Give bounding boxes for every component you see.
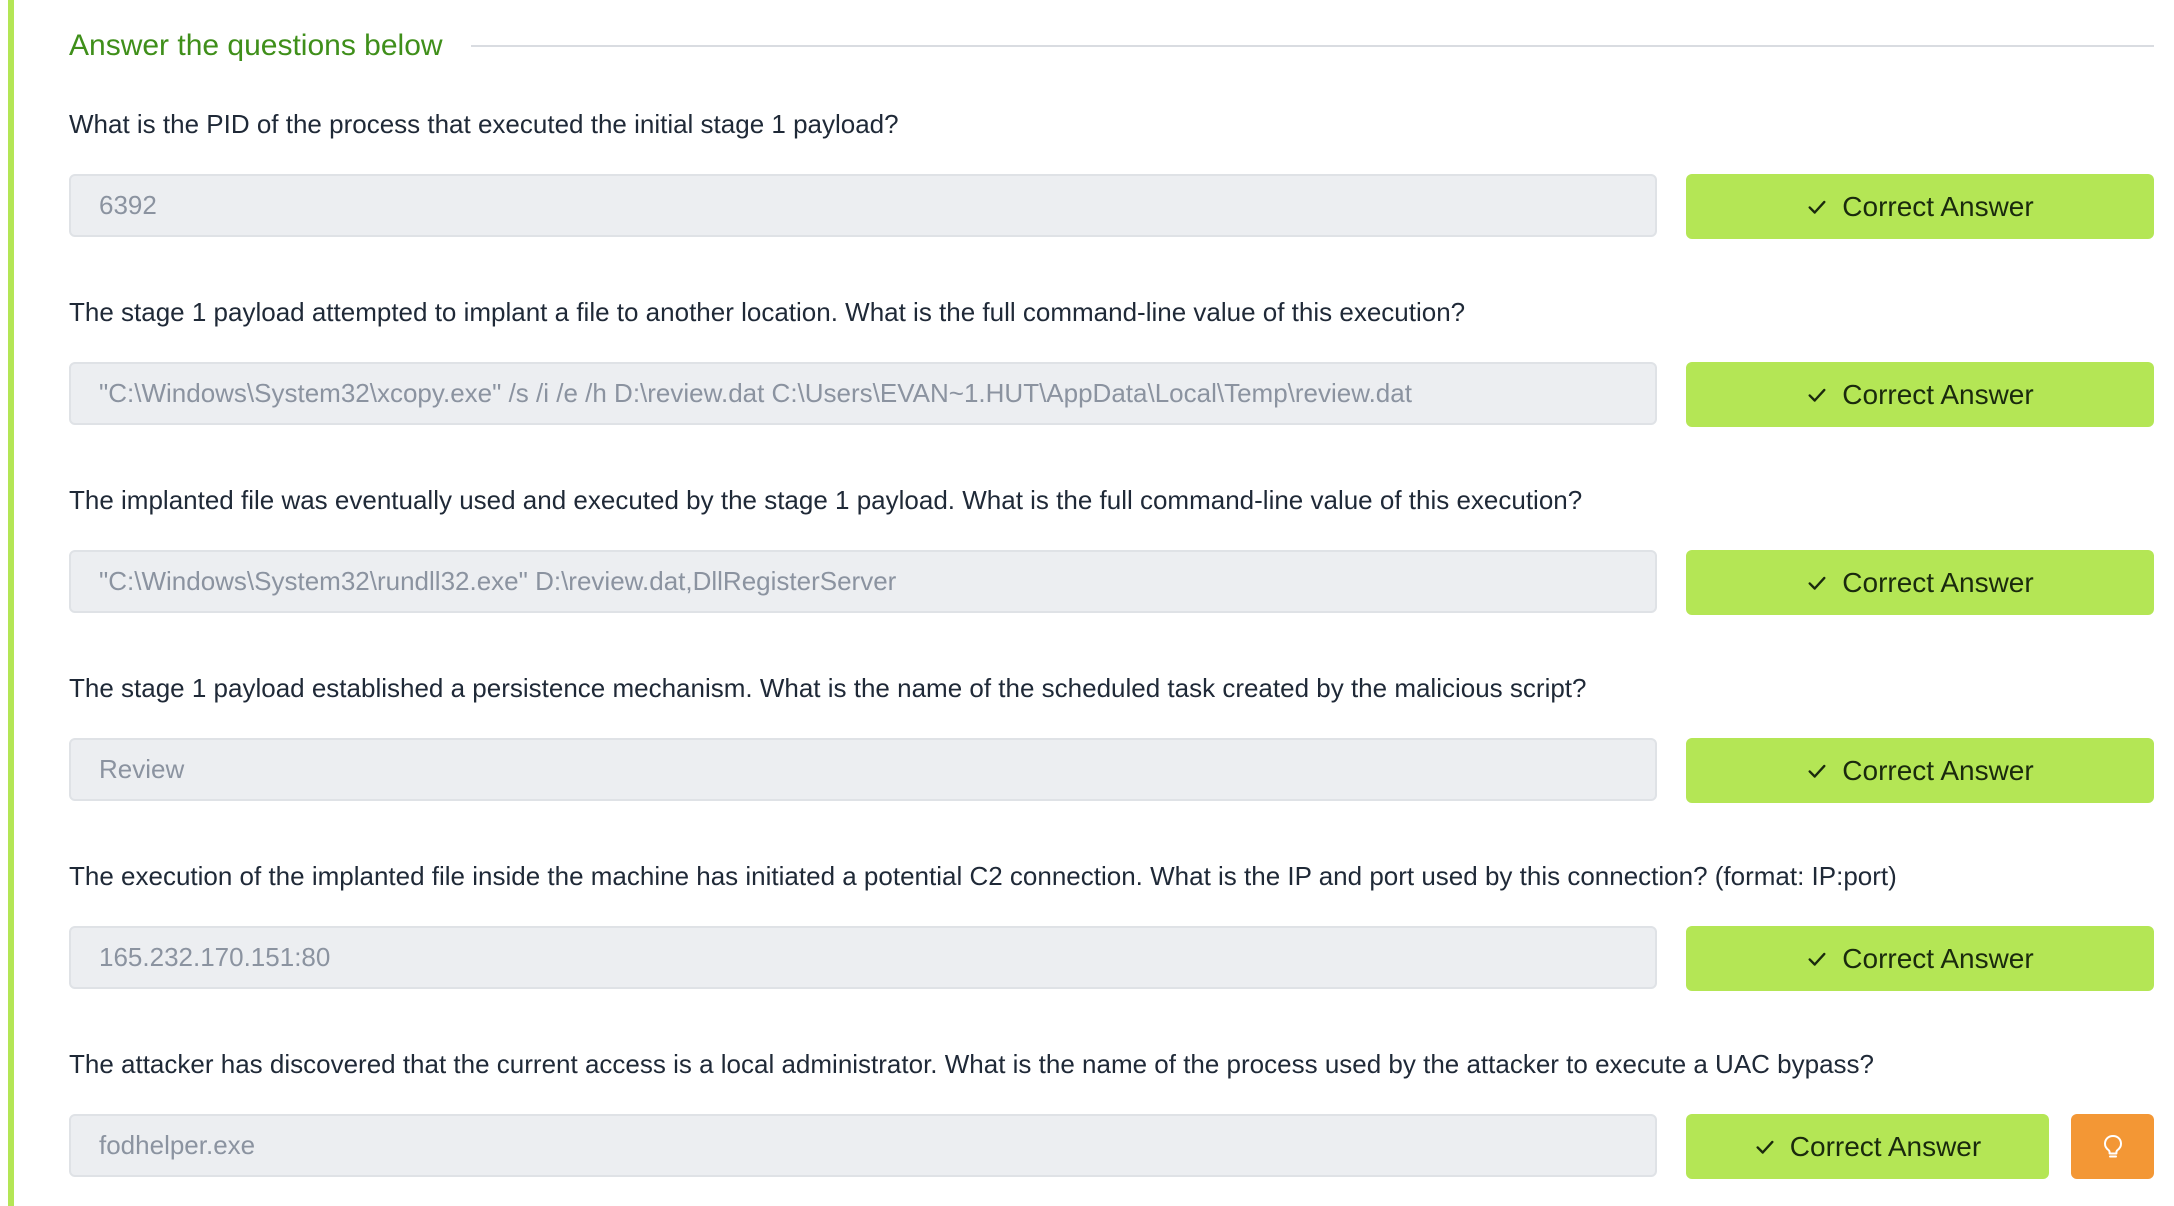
question-text: What is the PID of the process that exec… [69,109,899,139]
hint-button[interactable] [2071,1114,2154,1179]
correct-answer-label: Correct Answer [1789,1130,1982,1162]
header-divider [470,45,2154,47]
answer-field[interactable]: fodhelper.exe [69,1114,1657,1177]
question-block-3: The implanted file was eventually used a… [69,480,2154,668]
question-block-1: What is the PID of the process that exec… [69,104,2154,292]
question-text: The attacker has discovered that the cur… [69,1049,1875,1079]
correct-answer-button[interactable]: Correct Answer [1686,362,2154,427]
check-icon [1808,200,1826,214]
section-header: Answer the questions below [69,26,2154,66]
answer-field[interactable]: "C:\Windows\System32\rundll32.exe" D:\re… [69,550,1657,613]
question-block-6: The attacker has discovered that the cur… [69,1044,2154,1206]
question-text: The execution of the implanted file insi… [69,861,1897,891]
check-icon [1808,764,1826,778]
correct-answer-label: Correct Answer [1842,378,2034,410]
correct-answer-button[interactable]: Correct Answer [1686,738,2154,803]
correct-answer-button[interactable]: Correct Answer [1686,174,2154,239]
answer-field[interactable]: Review [69,738,1657,801]
check-icon [1808,388,1826,402]
check-icon [1756,1140,1774,1154]
correct-answer-label: Correct Answer [1842,566,2034,598]
check-icon [1808,576,1826,590]
correct-answer-label: Correct Answer [1842,942,2034,974]
lightbulb-icon [2103,1134,2122,1157]
correct-answer-label: Correct Answer [1842,754,2034,786]
correct-answer-label: Correct Answer [1842,190,2034,222]
question-text: The stage 1 payload attempted to implant… [69,297,1466,327]
question-block-4: The stage 1 payload established a persis… [69,668,2154,856]
task-answers-panel: Answer the questions below What is the P… [0,0,2174,1206]
correct-answer-button[interactable]: Correct Answer [1686,926,2154,991]
answer-field[interactable]: "C:\Windows\System32\xcopy.exe" /s /i /e… [69,362,1657,425]
check-icon [1808,952,1826,966]
correct-answer-button[interactable]: Correct Answer [1686,1114,2049,1179]
section-title: Answer the questions below [69,29,443,62]
answer-field[interactable]: 165.232.170.151:80 [69,926,1657,989]
question-block-5: The execution of the implanted file insi… [69,856,2154,1044]
correct-answer-button[interactable]: Correct Answer [1686,550,2154,615]
question-block-2: The stage 1 payload attempted to implant… [69,292,2154,480]
question-text: The stage 1 payload established a persis… [69,673,1587,703]
answer-field[interactable]: 6392 [69,174,1657,237]
question-text: The implanted file was eventually used a… [69,485,1583,515]
accent-bar [8,0,14,1206]
